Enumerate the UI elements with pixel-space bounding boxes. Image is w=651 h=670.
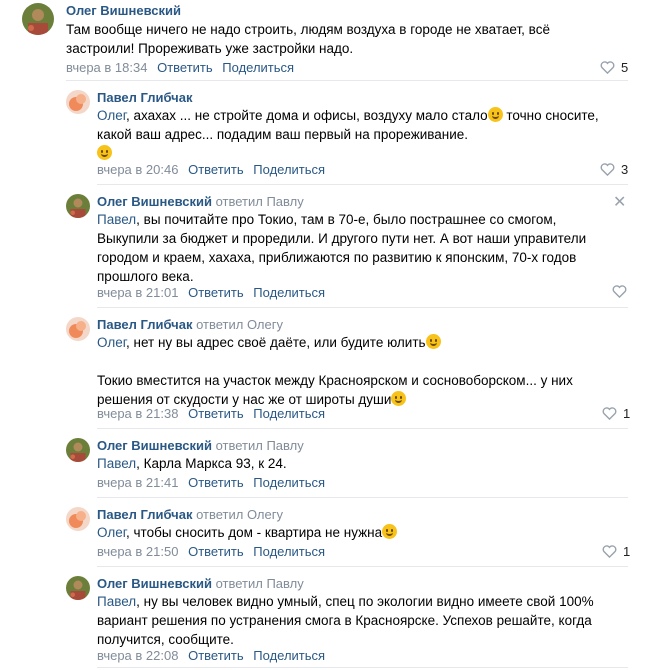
nerd-face-icon [97, 145, 112, 160]
like-count: 5 [621, 60, 629, 75]
avatar-pavel[interactable] [66, 507, 90, 531]
avatar-oleg-image [66, 194, 90, 218]
reply-button[interactable]: Ответить [157, 60, 213, 75]
grinning-face-icon [391, 391, 407, 406]
reply-button[interactable]: Ответить [188, 544, 244, 559]
mention-link[interactable]: Олег [97, 108, 126, 123]
comment-time[interactable]: вчера в 21:38 [97, 406, 178, 421]
comment-author[interactable]: Олег Вишневский [66, 3, 181, 18]
like-button[interactable] [612, 285, 627, 298]
comment-text: Олег, чтобы сносить дом - квартира не ну… [97, 523, 612, 542]
comment-author[interactable]: Олег Вишневский ответил Павлу [97, 194, 304, 209]
comment-time[interactable]: вчера в 22:08 [97, 648, 178, 663]
replied-to: ответил Павлу [215, 576, 304, 591]
comment-text: Олег, ахахах ... не стройте дома и офисы… [97, 106, 612, 163]
avatar-pavel-image [66, 317, 90, 341]
comment-meta: вчера в 22:08 Ответить Поделиться [97, 648, 325, 663]
replied-to: ответил Олегу [196, 317, 283, 332]
replied-to: ответил Павлу [215, 438, 304, 453]
avatar-pavel-image [66, 507, 90, 531]
like-count: 3 [621, 162, 629, 177]
like-button[interactable]: 1 [602, 544, 630, 559]
comment-text: Там вообще ничего не надо строить, людям… [66, 22, 550, 56]
comment-meta: вчера в 20:46 Ответить Поделиться [97, 162, 325, 177]
comment-time[interactable]: вчера в 20:46 [97, 162, 178, 177]
avatar-pavel[interactable] [66, 90, 90, 114]
comment-meta: вчера в 21:38 Ответить Поделиться [97, 406, 325, 421]
comment-author[interactable]: Павел Глибчак [97, 90, 192, 105]
divider [97, 184, 628, 185]
replied-to: ответил Павлу [215, 194, 304, 209]
avatar-oleg[interactable] [66, 576, 90, 600]
comment-meta: вчера в 18:34 Ответить Поделиться [66, 60, 294, 75]
share-button[interactable]: Поделиться [253, 162, 325, 177]
reply-button[interactable]: Ответить [188, 285, 244, 300]
share-button[interactable]: Поделиться [253, 648, 325, 663]
heart-icon [602, 545, 617, 558]
avatar-pavel-image [66, 90, 90, 114]
share-button[interactable]: Поделиться [222, 60, 294, 75]
comment-meta: вчера в 21:50 Ответить Поделиться [97, 544, 325, 559]
close-icon[interactable]: ✕ [613, 192, 626, 212]
heart-icon [600, 61, 615, 74]
like-count: 1 [623, 544, 631, 559]
avatar-oleg[interactable] [66, 194, 90, 218]
comment-text: Олег, нет ну вы адрес своё даёте, или бу… [97, 334, 573, 407]
avatar-oleg[interactable] [22, 3, 54, 35]
heart-icon [602, 407, 617, 420]
share-button[interactable]: Поделиться [253, 285, 325, 300]
reply-button[interactable]: Ответить [188, 475, 244, 490]
divider [97, 497, 628, 498]
like-button[interactable]: 3 [600, 162, 628, 177]
grinning-face-icon [382, 524, 398, 539]
heart-icon [600, 163, 615, 176]
comment-time[interactable]: вчера в 21:50 [97, 544, 178, 559]
comment-text: Павел, ну вы человек видно умный, спец п… [97, 594, 594, 647]
comment-author[interactable]: Павел Глибчак ответил Олегу [97, 317, 283, 332]
divider [97, 307, 628, 308]
comment-time[interactable]: вчера в 18:34 [66, 60, 147, 75]
like-button[interactable]: 5 [600, 60, 628, 75]
comment-text: Павел, Карла Маркса 93, к 24. [97, 456, 287, 471]
share-button[interactable]: Поделиться [253, 406, 325, 421]
avatar-oleg-image [66, 576, 90, 600]
avatar-oleg-image [66, 438, 90, 462]
grinning-face-icon [425, 334, 441, 349]
like-button[interactable]: 1 [602, 406, 630, 421]
comment-author[interactable]: Павел Глибчак ответил Олегу [97, 507, 283, 522]
comment-meta: вчера в 21:01 Ответить Поделиться [97, 285, 325, 300]
comment-text: Павел, вы почитайте про Токио, там в 70-… [97, 212, 587, 284]
mention-link[interactable]: Павел [97, 456, 136, 471]
comment-time[interactable]: вчера в 21:41 [97, 475, 178, 490]
reply-button[interactable]: Ответить [188, 406, 244, 421]
avatar-pavel[interactable] [66, 317, 90, 341]
mention-link[interactable]: Павел [97, 212, 136, 227]
share-button[interactable]: Поделиться [253, 475, 325, 490]
mention-link[interactable]: Олег [97, 335, 126, 350]
comment-meta: вчера в 21:41 Ответить Поделиться [97, 475, 325, 490]
upside-down-smile-icon [487, 107, 503, 122]
divider [97, 667, 628, 668]
reply-button[interactable]: Ответить [188, 648, 244, 663]
comment-time[interactable]: вчера в 21:01 [97, 285, 178, 300]
comment-author[interactable]: Олег Вишневский ответил Павлу [97, 576, 304, 591]
reply-button[interactable]: Ответить [188, 162, 244, 177]
heart-icon [612, 285, 627, 298]
mention-link[interactable]: Павел [97, 594, 136, 609]
divider [97, 566, 628, 567]
replied-to: ответил Олегу [196, 507, 283, 522]
mention-link[interactable]: Олег [97, 525, 126, 540]
divider [66, 80, 628, 81]
avatar-oleg[interactable] [66, 438, 90, 462]
divider [97, 428, 628, 429]
like-count: 1 [623, 406, 631, 421]
comment-author[interactable]: Олег Вишневский ответил Павлу [97, 438, 304, 453]
share-button[interactable]: Поделиться [253, 544, 325, 559]
avatar-oleg-image [22, 3, 54, 35]
